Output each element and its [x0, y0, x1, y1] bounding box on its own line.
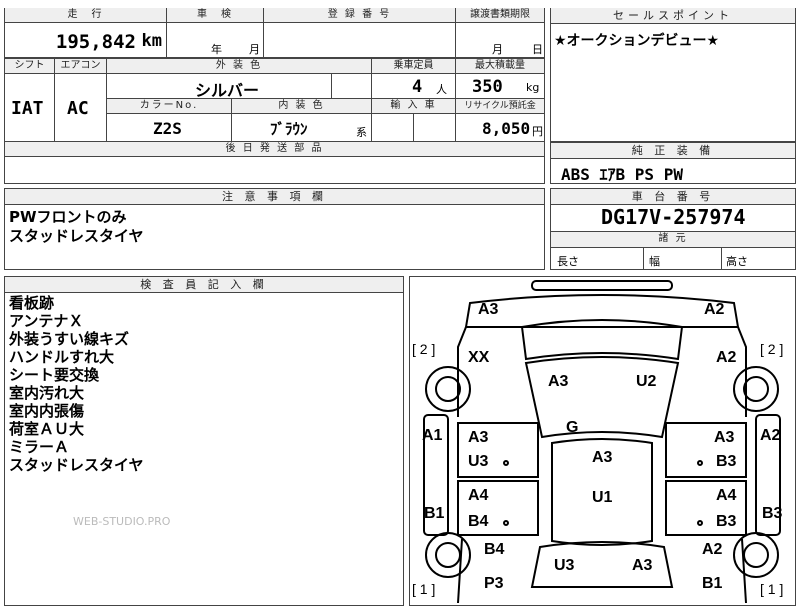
seats-unit: 人	[436, 83, 447, 96]
damage-mark: A3	[592, 449, 613, 466]
max-load-value: 350	[472, 77, 503, 97]
damage-mark: P3	[484, 575, 504, 592]
equipment-box: 純 正 装 備 ABS ｴｱB PS PW	[550, 142, 796, 184]
damage-mark: B3	[716, 453, 737, 470]
chassis-number: DG17V-257974	[601, 205, 746, 229]
caution-box: 注 意 事 項 欄 PWフロントのみ スタッドレスタイヤ	[4, 188, 545, 270]
panel-count: [ 1 ]	[760, 581, 784, 597]
mileage-unit: km	[141, 31, 162, 51]
inspector-line: 室内内張傷	[9, 402, 85, 420]
damage-mark: B3	[762, 505, 783, 522]
damage-mark: A3	[468, 429, 489, 446]
caution-line: PWフロントのみ	[9, 208, 127, 226]
sales-point-label: セールスポイント	[551, 8, 795, 24]
damage-mark: B3	[716, 513, 737, 530]
inspection-label: 車 検	[167, 8, 263, 22]
transfer-deadline-label: 譲渡書類期限	[456, 8, 544, 22]
import-label: 輸 入 車	[372, 99, 455, 113]
damage-mark: A3	[478, 301, 499, 318]
damage-mark: A3	[632, 557, 653, 574]
watermark: WEB-STUDIO.PRO	[73, 515, 171, 528]
chassis-label: 車 台 番 号	[551, 189, 795, 205]
later-parts-value	[5, 157, 544, 183]
inspector-line: 外装うすい線キズ	[9, 330, 130, 348]
spec-box: シフト エアコン 外 装 色 乗車定員 最大積載量 IAT AC シルバー 4 …	[4, 58, 545, 184]
damage-mark: A2	[704, 301, 725, 318]
sales-point-box: セールスポイント ★オークションデビュー★	[550, 8, 796, 142]
interior-color-label: 内 装 色	[232, 99, 371, 113]
inspector-label: 検 査 員 記 入 欄	[5, 277, 403, 293]
ac-value: AC	[67, 98, 89, 119]
damage-mark: U1	[592, 489, 613, 506]
caution-label: 注 意 事 項 欄	[5, 189, 544, 205]
damage-mark: A4	[468, 487, 489, 504]
max-load-unit: kg	[526, 81, 540, 94]
panel-count: [ 2 ]	[412, 341, 436, 357]
inspector-line: シート要交換	[9, 366, 100, 384]
recycle-value: 8,050	[482, 119, 531, 138]
inspector-line: 荷室ＡＵ大	[9, 420, 85, 438]
inspector-line: 看板跡	[9, 294, 55, 312]
interior-color-unit: 系	[356, 126, 367, 139]
length-label: 長さ	[557, 255, 579, 268]
exterior-color-label: 外 装 色	[107, 59, 371, 73]
seats-value: 4	[412, 77, 423, 97]
color-no-value: Z2S	[153, 119, 182, 138]
inspection-year: 年	[211, 43, 222, 56]
panel-count: [ 2 ]	[760, 341, 784, 357]
sales-point-text: ★オークションデビュー★	[554, 33, 720, 49]
recycle-label: リサイクル預託金	[456, 99, 544, 113]
seats-label: 乗車定員	[372, 59, 455, 73]
exterior-color-value: シルバー	[195, 81, 260, 100]
registration-value	[264, 23, 456, 57]
equipment-text: ABS ｴｱB PS PW	[561, 165, 683, 184]
damage-mark: A2	[716, 349, 737, 366]
car-diagram-box: A3 A2 [ 2 ] [ 2 ] XX A3 U2 A2 G A1 A2 A3…	[409, 276, 796, 606]
damage-mark: A3	[548, 373, 569, 390]
equipment-label: 純 正 装 備	[551, 143, 795, 159]
damage-mark: U3	[468, 453, 489, 470]
color-no-label: カラーNo.	[107, 99, 231, 113]
damage-mark: G	[566, 419, 579, 436]
inspector-line: ミラーＡ	[9, 438, 70, 456]
inspection-month: 月	[249, 43, 260, 56]
interior-color-value: ﾌﾞﾗｳﾝ	[270, 120, 308, 138]
transfer-day: 日	[532, 43, 543, 56]
damage-mark: A1	[422, 427, 443, 444]
top-row-box: 走 行 車 検 登 録 番 号 譲渡書類期限 195,842 km 年 月 月 …	[4, 8, 545, 58]
inspector-line: 室内汚れ大	[9, 384, 85, 402]
later-parts-label: 後 日 発 送 部 品	[5, 142, 544, 156]
recycle-unit: 円	[532, 125, 543, 138]
damage-mark: B4	[468, 513, 489, 530]
inspector-line: スタッドレスタイヤ	[9, 456, 144, 474]
max-load-label: 最大積載量	[456, 59, 544, 73]
transfer-month: 月	[492, 43, 503, 56]
width-label: 幅	[649, 255, 660, 268]
inspector-line: ハンドルすれ大	[9, 348, 115, 366]
damage-mark: U3	[554, 557, 575, 574]
chassis-box: 車 台 番 号 DG17V-257974 諸 元 長さ 幅 高さ	[550, 188, 796, 270]
panel-count: [ 1 ]	[412, 581, 436, 597]
inspector-line: アンテナＸ	[9, 312, 84, 330]
caution-line: スタッドレスタイヤ	[9, 227, 144, 245]
mileage-value: 195,842	[55, 31, 136, 53]
ac-label: エアコン	[55, 59, 106, 73]
height-label: 高さ	[726, 255, 748, 268]
damage-mark: XX	[468, 349, 490, 366]
mileage-label: 走 行	[5, 8, 166, 22]
damage-mark: B4	[484, 541, 505, 558]
damage-mark: A2	[760, 427, 781, 444]
dimensions-label: 諸 元	[551, 232, 795, 246]
damage-mark: A2	[702, 541, 723, 558]
damage-mark: B1	[424, 505, 445, 522]
damage-mark: A3	[714, 429, 735, 446]
damage-mark: B1	[702, 575, 723, 592]
inspector-box: 検 査 員 記 入 欄 看板跡 アンテナＸ 外装うすい線キズ ハンドルすれ大 シ…	[4, 276, 404, 606]
damage-mark: U2	[636, 373, 657, 390]
shift-label: シフト	[5, 59, 54, 73]
registration-label: 登 録 番 号	[264, 8, 455, 22]
damage-mark: A4	[716, 487, 737, 504]
shift-value: IAT	[11, 98, 44, 119]
